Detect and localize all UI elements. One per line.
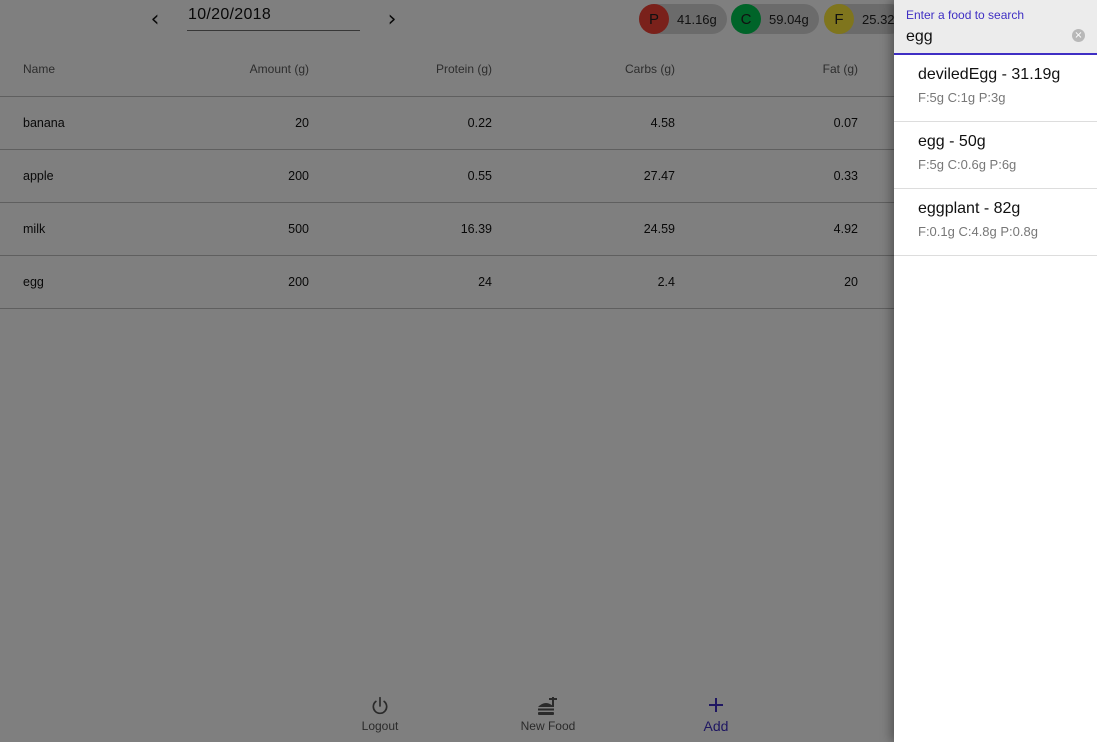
search-box: Enter a food to search × (894, 0, 1097, 55)
result-macros: F:5g C:0.6g P:6g (918, 157, 1017, 172)
search-result-item[interactable]: eggplant - 82g F:0.1g C:4.8g P:0.8g (894, 189, 1097, 256)
result-title: deviledEgg - 31.19g (918, 66, 1061, 83)
modal-scrim[interactable] (0, 0, 894, 742)
search-result-item[interactable]: deviledEgg - 31.19g F:5g C:1g P:3g (894, 55, 1097, 122)
result-title: egg - 50g (918, 133, 986, 150)
search-label: Enter a food to search (906, 8, 1025, 22)
search-drawer: Enter a food to search × deviledEgg - 31… (894, 0, 1097, 742)
result-macros: F:0.1g C:4.8g P:0.8g (918, 224, 1038, 239)
result-title: eggplant - 82g (918, 200, 1021, 217)
search-input[interactable] (906, 27, 1061, 47)
search-result-item[interactable]: egg - 50g F:5g C:0.6g P:6g (894, 122, 1097, 189)
clear-icon[interactable]: × (1072, 29, 1085, 42)
result-macros: F:5g C:1g P:3g (918, 90, 1006, 105)
